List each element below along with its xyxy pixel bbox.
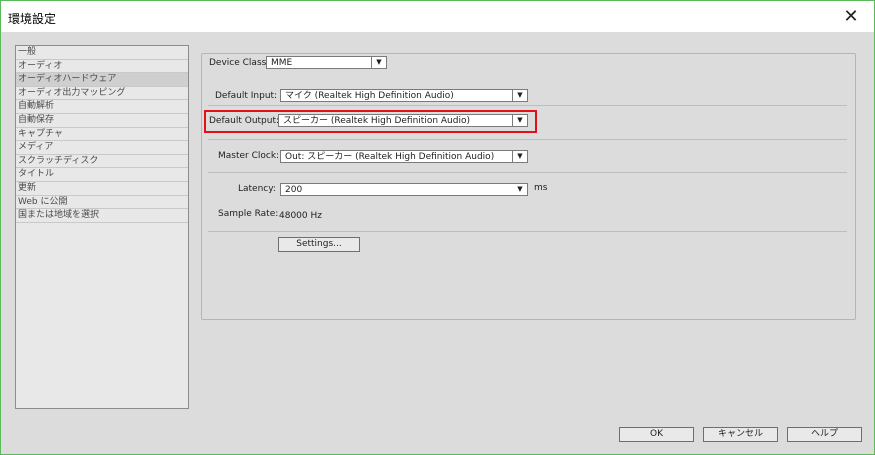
sidebar-item[interactable]: オーディオ: [16, 60, 188, 74]
latency-unit: ms: [534, 183, 548, 193]
sidebar-item[interactable]: Web に公開: [16, 196, 188, 210]
sidebar-item[interactable]: 自動解析: [16, 100, 188, 114]
sample-rate-value: 48000 Hz: [279, 211, 322, 221]
sidebar-item[interactable]: スクラッチディスク: [16, 155, 188, 169]
window-title: 環境設定: [8, 12, 57, 26]
master-clock-dropdown[interactable]: Out: スピーカー (Realtek High Definition Audi…: [280, 150, 528, 163]
chevron-down-icon: ▼: [512, 115, 527, 126]
ok-button[interactable]: OK: [619, 427, 694, 442]
sidebar-item[interactable]: オーディオハードウェア: [16, 73, 188, 87]
latency-value: 200: [285, 185, 303, 195]
title-bar: 環境設定 ✕: [1, 1, 874, 32]
default-output-dropdown[interactable]: スピーカー (Realtek High Definition Audio) ▼: [278, 114, 528, 127]
sidebar-item[interactable]: タイトル: [16, 168, 188, 182]
sample-rate-label: Sample Rate:: [218, 209, 279, 219]
chevron-down-icon: ▼: [512, 151, 527, 162]
master-clock-value: Out: スピーカー (Realtek High Definition Audi…: [285, 152, 495, 162]
device-class-value: MME: [271, 58, 293, 68]
divider: [208, 231, 847, 232]
device-class-dropdown[interactable]: MME ▼: [266, 56, 387, 69]
close-button[interactable]: ✕: [828, 1, 874, 32]
sidebar-item[interactable]: オーディオ出力マッピング: [16, 87, 188, 101]
divider: [208, 139, 847, 140]
default-input-value: マイク (Realtek High Definition Audio): [285, 91, 454, 101]
chevron-down-icon: ▼: [512, 90, 527, 101]
dialog-content: 一般 オーディオ オーディオハードウェア オーディオ出力マッピング 自動解析 自動保存 キャ…: [1, 32, 874, 454]
latency-label: Latency:: [238, 184, 276, 194]
chevron-down-icon: ▼: [371, 57, 386, 68]
sidebar-item[interactable]: 一般: [16, 46, 188, 60]
preferences-window: 環境設定 ✕ 一般 オーディオ オーディオハードウェア オーディオ出力マッピング 自動解…: [0, 0, 875, 455]
category-list: 一般 オーディオ オーディオハードウェア オーディオ出力マッピング 自動解析 自動保存 キャ…: [15, 45, 189, 409]
divider: [208, 105, 847, 106]
default-output-value: スピーカー (Realtek High Definition Audio): [283, 116, 470, 126]
master-clock-label: Master Clock:: [218, 151, 280, 161]
sidebar-item[interactable]: 国または地域を選択: [16, 209, 188, 223]
sidebar-item[interactable]: 更新: [16, 182, 188, 196]
default-output-label: Default Output:: [209, 116, 280, 126]
default-input-dropdown[interactable]: マイク (Realtek High Definition Audio) ▼: [280, 89, 528, 102]
divider: [208, 172, 847, 173]
chevron-down-icon: ▼: [517, 185, 523, 193]
device-class-label: Device Class:: [209, 58, 270, 68]
sidebar-item[interactable]: 自動保存: [16, 114, 188, 128]
sidebar-item[interactable]: メディア: [16, 141, 188, 155]
close-icon: ✕: [843, 6, 859, 27]
sidebar-item[interactable]: キャプチャ: [16, 128, 188, 142]
help-button[interactable]: ヘルプ: [787, 427, 862, 442]
default-input-label: Default Input:: [215, 91, 278, 101]
cancel-button[interactable]: キャンセル: [703, 427, 778, 442]
settings-button[interactable]: Settings...: [278, 237, 360, 252]
latency-dropdown[interactable]: 200 ▼: [280, 183, 528, 196]
